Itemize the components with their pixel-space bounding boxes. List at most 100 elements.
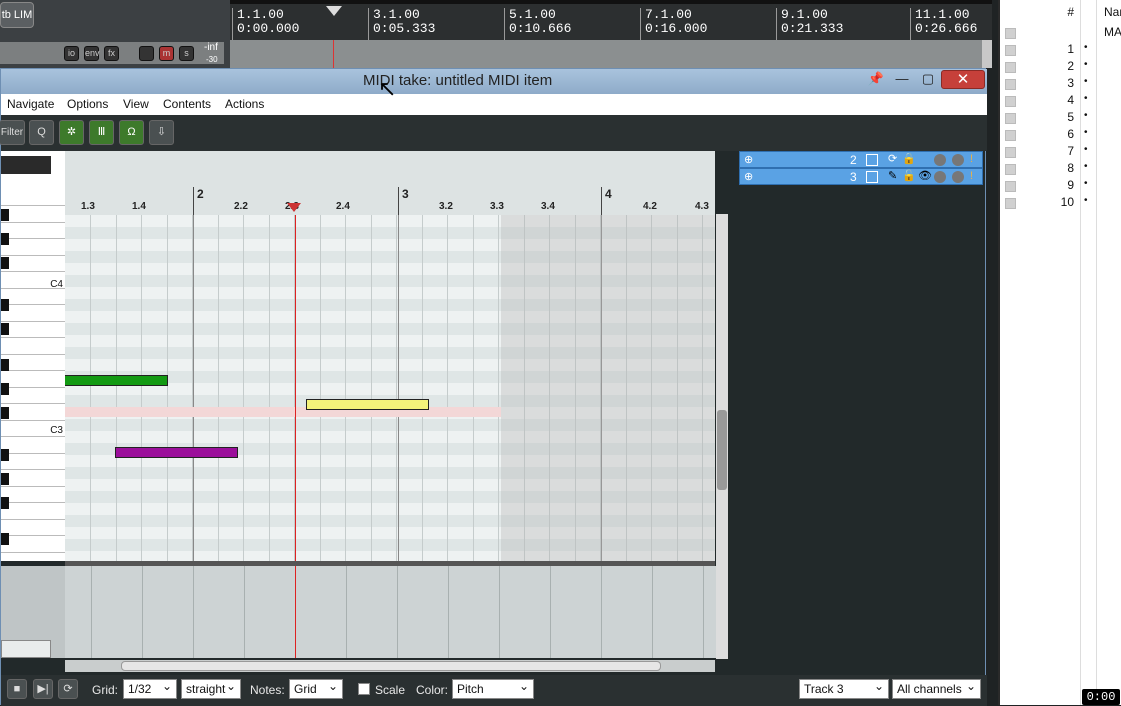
solo-button[interactable]: s [179, 46, 194, 61]
lock-icon[interactable]: 🔒 [902, 152, 916, 165]
track-manager-row[interactable]: 3 • [1000, 76, 1121, 93]
column-header-number[interactable]: # [1054, 5, 1074, 19]
black-key[interactable] [1, 497, 9, 509]
arrange-view[interactable] [230, 40, 992, 68]
black-key[interactable] [1, 209, 9, 221]
black-key[interactable] [1, 473, 9, 485]
grid-select[interactable]: 1/32 [123, 677, 177, 699]
menu-navigate[interactable]: Navigate [7, 97, 54, 111]
menu-actions[interactable]: Actions [225, 97, 264, 111]
column-header-name[interactable]: Nam [1104, 5, 1121, 19]
mute-icon[interactable] [952, 171, 964, 183]
track-manager-row[interactable]: 7 • [1000, 144, 1121, 161]
row-checkbox[interactable] [1005, 147, 1016, 158]
h-scroll-thumb[interactable] [121, 661, 661, 671]
track-manager-row[interactable]: 9 • [1000, 178, 1121, 195]
menu-options[interactable]: Options [67, 97, 108, 111]
edit-cursor-marker[interactable] [287, 203, 301, 212]
track-manager-row[interactable]: 4 • [1000, 93, 1121, 110]
black-key[interactable] [1, 233, 9, 245]
midi-note[interactable] [115, 447, 239, 458]
row-checkbox[interactable] [1005, 28, 1016, 39]
row-checkbox[interactable] [1005, 113, 1016, 124]
download-icon[interactable]: ⇩ [149, 120, 174, 145]
row-checkbox[interactable] [1005, 45, 1016, 56]
row-checkbox[interactable] [1005, 62, 1016, 73]
record-icon[interactable] [934, 154, 946, 166]
row-checkbox[interactable] [1005, 79, 1016, 90]
track-select[interactable]: Track 3 [799, 677, 889, 699]
track-manager-row[interactable]: 5 • [1000, 110, 1121, 127]
row-checkbox[interactable] [1005, 96, 1016, 107]
close-button[interactable]: ✕ [941, 70, 985, 89]
eye-icon[interactable]: 👁 [918, 169, 932, 182]
channel-select[interactable]: All channels [892, 677, 981, 699]
black-key[interactable] [1, 407, 9, 419]
track-manager-row[interactable]: 1 • [1000, 42, 1121, 59]
io-button[interactable]: io [64, 46, 79, 61]
pin-icon[interactable]: 📌 [863, 71, 889, 89]
solo-icon[interactable]: ! [970, 170, 973, 182]
playhead-marker[interactable] [326, 6, 342, 16]
track-manager-row[interactable]: 10 • [1000, 195, 1121, 212]
stop-icon[interactable]: ■ [7, 679, 27, 699]
maximize-button[interactable]: ▢ [915, 71, 941, 89]
track-row[interactable]: ⊕ 3 ✎ 🔓 👁 ! [739, 168, 983, 185]
track-manager-row[interactable]: 8 • [1000, 161, 1121, 178]
menu-view[interactable]: View [123, 97, 149, 111]
env-button[interactable]: env [84, 46, 100, 61]
phase-button[interactable] [139, 46, 154, 61]
row-checkbox[interactable] [1005, 130, 1016, 141]
mute-icon[interactable] [952, 154, 964, 166]
menu-contents[interactable]: Contents [163, 97, 211, 111]
minimize-button[interactable]: — [889, 71, 915, 89]
note-grid[interactable] [65, 215, 715, 561]
row-checkbox[interactable] [1005, 198, 1016, 209]
window-titlebar[interactable]: MIDI take: untitled MIDI item 📌 — ▢ ✕ [1, 69, 987, 94]
midi-ruler[interactable]: 1.3 1.4 2 2.2 2.3 2.4 3 3.2 3.3 3.4 4 4.2 4.3 [65, 151, 715, 215]
mute-button[interactable]: m [159, 46, 174, 61]
loop-icon[interactable]: ⟳ [888, 152, 897, 165]
piano-roll-icon[interactable]: Ⅲ [89, 120, 114, 145]
midi-note[interactable] [65, 375, 169, 386]
record-icon[interactable] [934, 171, 946, 183]
filter-button[interactable]: Filter [0, 120, 25, 145]
black-key[interactable] [1, 383, 9, 395]
quantize-button[interactable]: Q [29, 120, 54, 145]
track-enable-checkbox[interactable] [866, 171, 878, 183]
black-key[interactable] [1, 533, 9, 545]
solo-icon[interactable]: ! [970, 153, 973, 165]
arrange-scrollbar[interactable] [982, 40, 992, 68]
track-enable-checkbox[interactable] [866, 154, 878, 166]
cc-lane-select[interactable] [1, 640, 51, 658]
scroll-thumb[interactable] [717, 410, 727, 490]
track-manager-row[interactable]: 6 • [1000, 127, 1121, 144]
black-key[interactable] [1, 323, 9, 335]
loop-toggle-icon[interactable]: ⟳ [58, 679, 78, 699]
track-row[interactable]: ⊕ 2 ⟳ 🔒 ! [739, 151, 983, 168]
black-key[interactable] [1, 449, 9, 461]
midi-note[interactable] [305, 399, 429, 410]
color-select[interactable]: Pitch [452, 677, 534, 699]
fx-chain-button[interactable]: fx [104, 46, 119, 61]
horizontal-scrollbar[interactable] [65, 660, 715, 672]
cc-lane[interactable] [1, 566, 716, 658]
ruler-tick-label: 3.3 [490, 201, 504, 212]
grid-type-select[interactable]: straight [181, 677, 241, 699]
black-key[interactable] [1, 359, 9, 371]
lock-icon[interactable]: 🔓 [902, 169, 916, 182]
scale-checkbox[interactable] [358, 683, 370, 695]
notes-select[interactable]: Grid [289, 677, 343, 699]
row-checkbox[interactable] [1005, 181, 1016, 192]
row-checkbox[interactable] [1005, 164, 1016, 175]
snap-icon[interactable]: ✲ [59, 120, 84, 145]
edit-icon[interactable]: ✎ [888, 169, 897, 182]
fx-button[interactable]: tb LIM [0, 2, 34, 28]
track-manager-row[interactable]: 2 • [1000, 59, 1121, 76]
vertical-scrollbar[interactable] [716, 214, 728, 659]
next-icon[interactable]: ▶| [33, 679, 53, 699]
black-key[interactable] [1, 257, 9, 269]
magnet-icon[interactable]: Ω [119, 120, 144, 145]
black-key[interactable] [1, 299, 9, 311]
piano-keyboard[interactable]: C4 C3 [1, 151, 65, 569]
